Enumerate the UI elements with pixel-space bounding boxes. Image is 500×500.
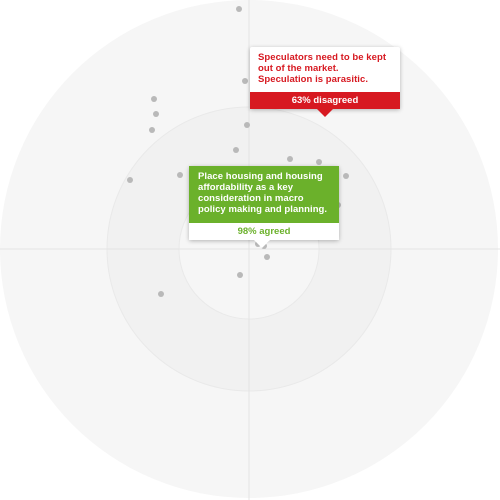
agree-tooltip-pointer bbox=[254, 239, 270, 248]
response-dot[interactable] bbox=[177, 172, 183, 178]
response-dot[interactable] bbox=[242, 78, 248, 84]
response-dot[interactable] bbox=[153, 111, 159, 117]
response-dot[interactable] bbox=[244, 122, 250, 128]
response-dot[interactable] bbox=[237, 272, 243, 278]
disagree-result: 63% disagreed bbox=[250, 91, 400, 109]
opinion-radar-view: Speculators need to be kept out of the m… bbox=[0, 0, 500, 500]
response-dot[interactable] bbox=[236, 6, 242, 12]
disagree-tooltip: Speculators need to be kept out of the m… bbox=[250, 47, 400, 117]
agree-statement: Place housing and housing affordability … bbox=[189, 166, 339, 223]
disagree-statement: Speculators need to be kept out of the m… bbox=[258, 52, 387, 85]
agree-result: 98% agreed bbox=[189, 222, 339, 240]
response-dot[interactable] bbox=[158, 291, 164, 297]
response-dot[interactable] bbox=[151, 96, 157, 102]
response-dot[interactable] bbox=[316, 159, 322, 165]
response-dot[interactable] bbox=[149, 127, 155, 133]
agree-tooltip: Place housing and housing affordability … bbox=[189, 166, 339, 248]
response-dot[interactable] bbox=[287, 156, 293, 162]
response-dot[interactable] bbox=[264, 254, 270, 260]
response-dot[interactable] bbox=[343, 173, 349, 179]
disagree-tooltip-pointer bbox=[317, 108, 333, 117]
response-dot[interactable] bbox=[127, 177, 133, 183]
response-dot[interactable] bbox=[233, 147, 239, 153]
